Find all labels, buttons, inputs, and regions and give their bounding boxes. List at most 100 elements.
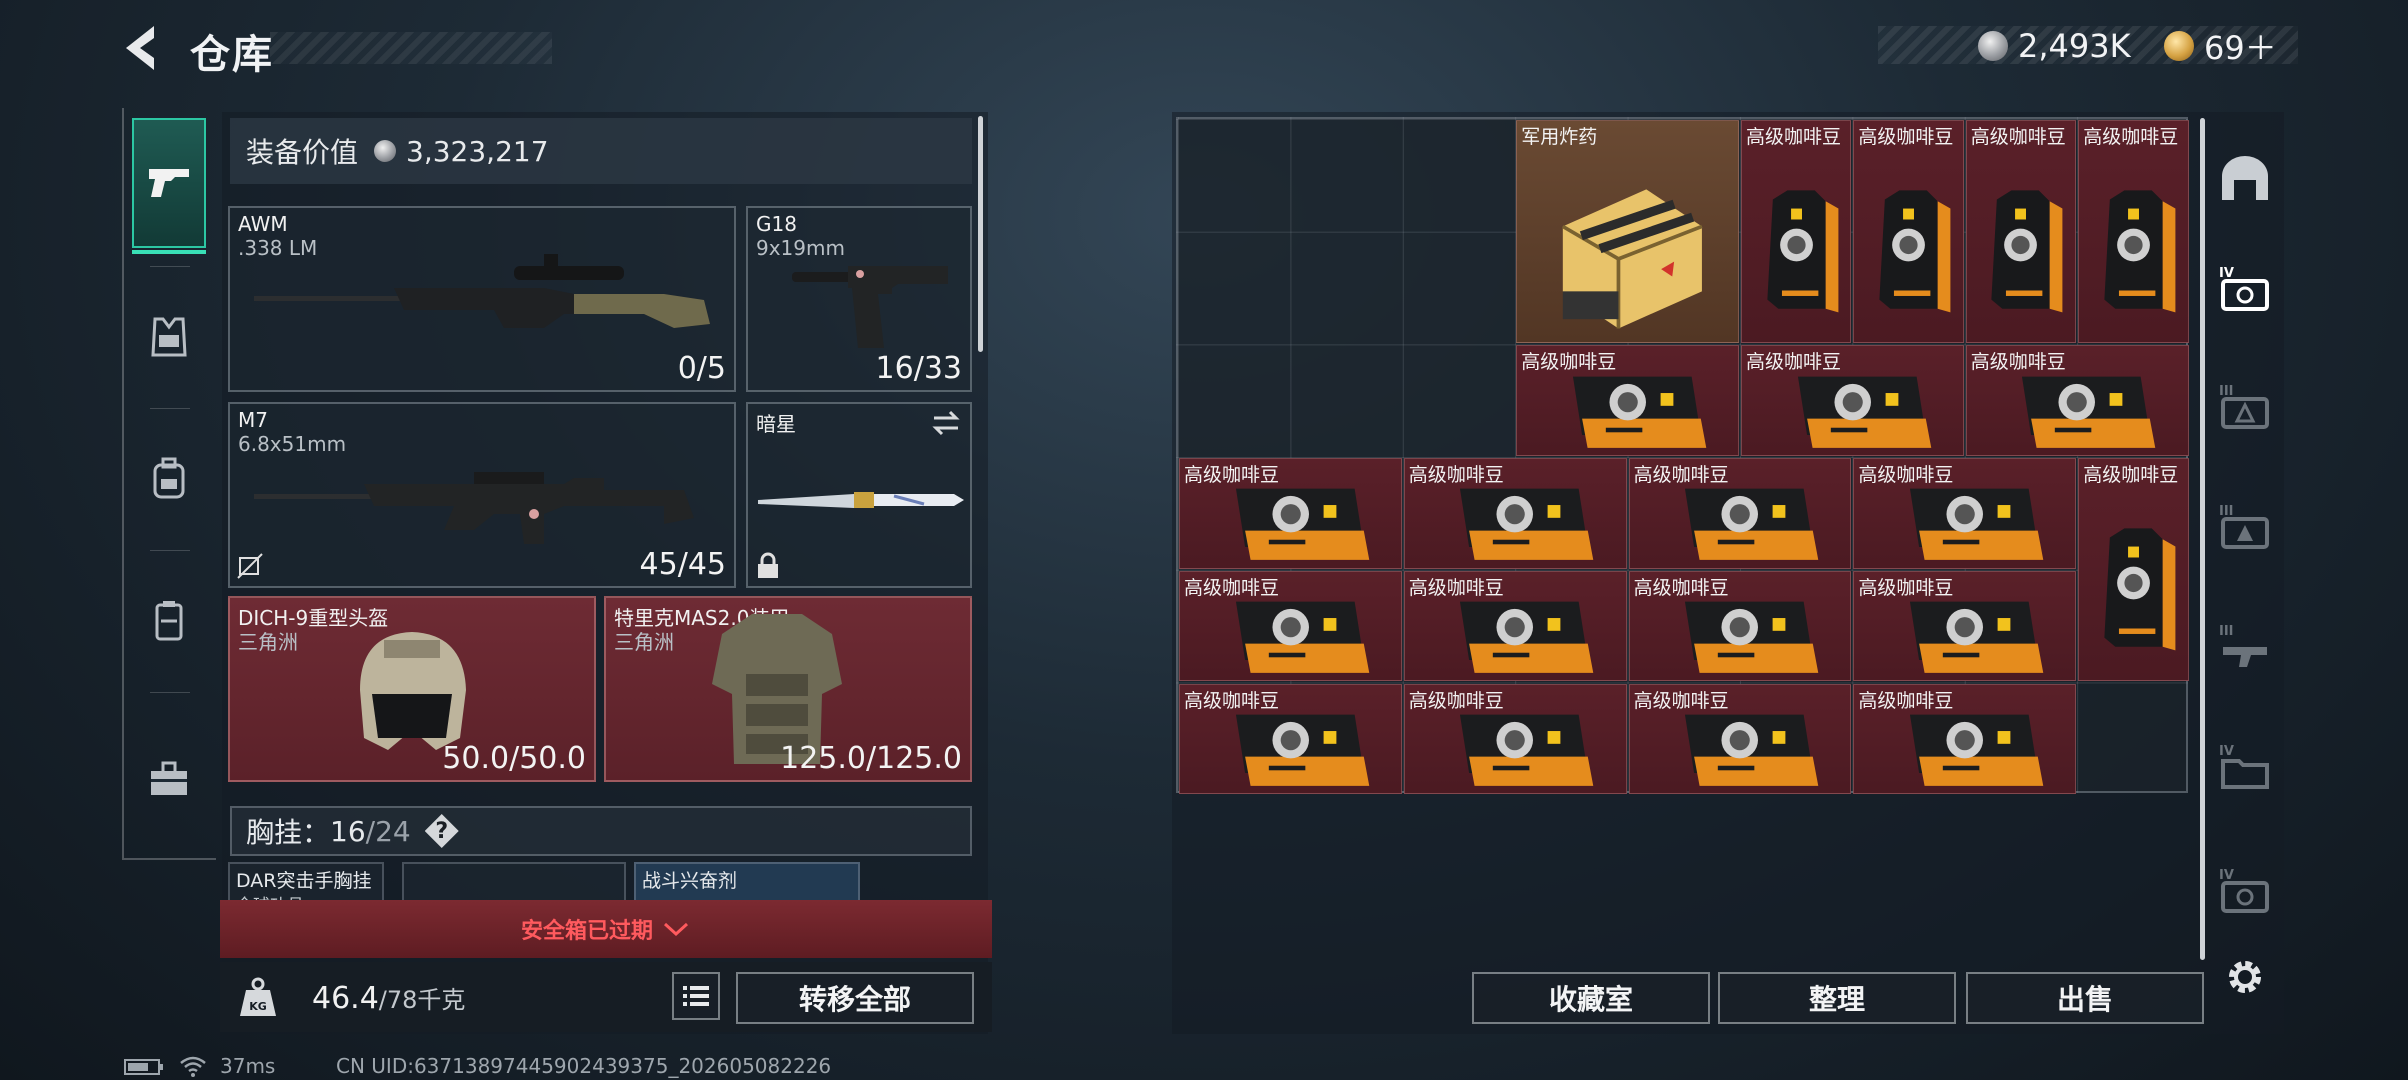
storage-item-coffee-beans[interactable]: 高级咖啡豆	[1965, 120, 2077, 344]
list-view-button[interactable]	[672, 972, 720, 1020]
storage-item-coffee-beans[interactable]: 高级咖啡豆	[1853, 458, 2077, 569]
storage-item-explosive[interactable]: 军用炸药	[1516, 120, 1739, 344]
storage-category-5[interactable]: III	[2212, 604, 2278, 694]
storage-item-coffee-beans[interactable]: 高级咖啡豆	[2078, 458, 2189, 682]
storage-item-coffee-beans[interactable]: 高级咖啡豆	[1853, 120, 1964, 344]
user-uid: CN UID:63713897445902439375_202605082226	[336, 1054, 832, 1078]
helmet-slot[interactable]: DICH-9重型头盔 三角洲 50.0/50.0	[228, 596, 596, 782]
medical-box-icon: III	[2219, 504, 2269, 549]
battery-icon	[124, 1059, 163, 1075]
storage-item-coffee-beans[interactable]: 高级咖啡豆	[1179, 570, 1402, 682]
transfer-all-button[interactable]: 转移全部	[736, 972, 974, 1024]
premium-balance[interactable]: 69＋	[2164, 28, 2277, 67]
tab-toolbox[interactable]	[132, 714, 206, 844]
sort-button[interactable]: 整理	[1718, 972, 1956, 1024]
storage-item-coffee-beans[interactable]: 高级咖啡豆	[1741, 345, 1964, 457]
coffee-pack-image	[1647, 474, 1832, 565]
storage-category-3[interactable]: III	[2212, 364, 2278, 454]
storage-category-6[interactable]: IV	[2212, 724, 2278, 814]
helmet-image	[360, 632, 466, 750]
carry-weight: 46.4/78千克	[312, 981, 466, 1016]
g18-pistol-image	[792, 266, 948, 348]
coffee-pack-image	[1984, 362, 2169, 453]
swap-icon[interactable]	[928, 408, 964, 438]
sidearm-slot[interactable]: G18 9x19mm 16/33	[746, 206, 972, 392]
storage-category-7[interactable]: IV	[2212, 848, 2278, 938]
safebox-expired-banner[interactable]: 安全箱已过期	[220, 900, 992, 958]
awm-rifle-image	[254, 254, 710, 328]
storage-category-2[interactable]: IV	[2212, 246, 2278, 336]
tab-backpack[interactable]	[132, 414, 206, 544]
storage-item-label: 高级咖啡豆	[2083, 464, 2179, 487]
stimulant-slot[interactable]: 战斗兴奋剂	[634, 862, 860, 904]
storage-item-coffee-beans[interactable]: 高级咖啡豆	[1179, 683, 1402, 795]
coin-balance[interactable]: 2,493K	[1978, 27, 2131, 65]
storage-item-label: 高级咖啡豆	[1746, 351, 1842, 374]
storage-item-coffee-beans[interactable]: 高级咖啡豆	[2078, 120, 2189, 344]
storage-item-label: 高级咖啡豆	[1408, 464, 1504, 487]
storage-scrollbar[interactable]	[2200, 118, 2205, 960]
storage-item-label: 高级咖啡豆	[1633, 576, 1729, 599]
storage-category-all[interactable]	[2212, 134, 2278, 224]
storage-item-coffee-beans[interactable]: 高级咖啡豆	[1403, 570, 1627, 682]
coffee-pack-image	[1198, 587, 1383, 678]
storage-item-coffee-beans[interactable]: 高级咖啡豆	[1403, 458, 1627, 569]
help-icon[interactable]: ?	[424, 814, 459, 848]
coffee-pack-image	[1535, 362, 1720, 453]
storage-item-label: 高级咖啡豆	[1970, 126, 2066, 148]
tab-weapons[interactable]	[132, 118, 206, 254]
equipment-scrollbar[interactable]	[978, 116, 983, 352]
storage-item-coffee-beans[interactable]: 高级咖啡豆	[1628, 458, 1852, 569]
storage-item-label: 高级咖啡豆	[1184, 689, 1280, 712]
armor-slot[interactable]: 特里克MAS2.0装甲 三角洲 125.0/125.0	[604, 596, 972, 782]
tab-vest[interactable]	[132, 272, 206, 402]
coin-icon	[1978, 31, 2008, 61]
storage-item-coffee-beans[interactable]: 高级咖啡豆	[1853, 570, 2077, 682]
chest-rig-slot[interactable]: DAR突击手胸挂 全球功县	[228, 862, 384, 904]
rig-empty-slot[interactable]	[402, 862, 626, 904]
folder-icon: IV	[2219, 744, 2269, 789]
coffee-pack-image	[1422, 587, 1607, 678]
storage-item-label: 高级咖啡豆	[1970, 351, 2066, 374]
m7-rifle-image	[254, 472, 694, 544]
storage-item-coffee-beans[interactable]: 高级咖啡豆	[1628, 570, 1852, 682]
knife-image	[758, 492, 964, 508]
storage-item-label: 高级咖啡豆	[1521, 351, 1617, 374]
primary-weapon-slot[interactable]: AWM .338 LM 0/5	[228, 206, 736, 392]
coffee-pack-image	[1872, 474, 2057, 565]
storage-item-coffee-beans[interactable]: 高级咖啡豆	[1516, 345, 1739, 457]
weight-icon: KG	[236, 976, 280, 1020]
storage-category-4[interactable]: III	[2212, 484, 2278, 574]
coffee-pack-image	[1198, 700, 1383, 791]
storage-item-label: 高级咖啡豆	[1633, 689, 1729, 712]
collection-room-button[interactable]: 收藏室	[1472, 972, 1710, 1024]
storage-item-label: 军用炸药	[1521, 126, 1598, 148]
storage-item-label: 高级咖啡豆	[1408, 689, 1504, 712]
melee-slot[interactable]: 暗星	[746, 402, 972, 588]
storage-item-coffee-beans[interactable]: 高级咖啡豆	[1403, 683, 1627, 795]
rail-divider	[150, 266, 190, 267]
storage-item-coffee-beans[interactable]: 高级咖啡豆	[1853, 683, 2077, 795]
storage-item-coffee-beans[interactable]: 高级咖啡豆	[1179, 458, 1402, 569]
storage-grid[interactable]: 军用炸药 高级咖啡豆 高级咖啡豆 高级咖啡豆 高级咖啡豆 高级咖啡豆 高级咖啡豆 高级咖啡豆高…	[1176, 117, 2189, 795]
storage-item-coffee-beans[interactable]: 高级咖啡豆	[1741, 120, 1852, 344]
tab-safebox[interactable]	[132, 556, 206, 686]
back-button[interactable]	[118, 22, 176, 74]
list-icon	[683, 986, 709, 1006]
svg-text:IV: IV	[2219, 744, 2234, 759]
secondary-weapon-slot[interactable]: M7 6.8x51mm 45/45	[228, 402, 736, 588]
svg-text:III: III	[2219, 504, 2234, 519]
safebox-icon	[155, 601, 183, 641]
settings-button[interactable]	[2212, 944, 2278, 1010]
storage-item-label: 高级咖啡豆	[1858, 464, 1954, 487]
storage-item-coffee-beans[interactable]: 高级咖啡豆	[1628, 683, 1852, 795]
sell-button[interactable]: 出售	[1966, 972, 2204, 1024]
backpack-icon	[153, 457, 185, 499]
storage-item-label: 高级咖啡豆	[1633, 464, 1729, 487]
storage-item-coffee-beans[interactable]: 高级咖啡豆	[1965, 345, 2189, 457]
wifi-icon	[180, 1056, 206, 1077]
coffee-bag-image	[2088, 152, 2179, 338]
storage-item-label: 高级咖啡豆	[1184, 464, 1280, 487]
svg-text:IV: IV	[2219, 266, 2234, 281]
rail-divider	[150, 550, 190, 551]
